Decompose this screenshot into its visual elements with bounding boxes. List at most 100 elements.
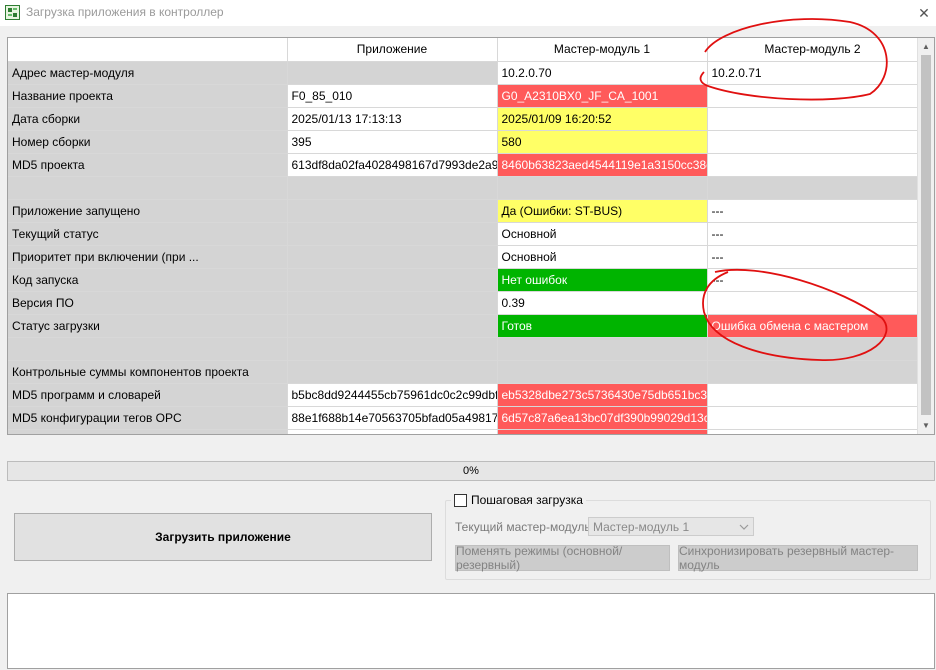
app-value[interactable] [287,222,498,246]
master-1-value[interactable]: G0_A2310BX0_JF_CA_1001 [497,84,708,108]
row-label[interactable]: Контрольные суммы компонентов проекта [8,360,288,384]
vertical-scrollbar[interactable]: ▲ ▼ [917,38,934,434]
app-value[interactable] [287,360,498,384]
master-1-value[interactable]: 10.2.0.70 [497,61,708,85]
app-value[interactable]: 2025/01/13 17:13:13 [287,107,498,131]
master-2-value[interactable] [707,360,919,384]
master-1-value[interactable]: 8460b63823aed4544119e1a3150cc38e [497,153,708,177]
master-2-value[interactable] [707,383,919,407]
table-row[interactable]: Название проекта F0_85_010 G0_A2310BX0_JF_… [8,84,919,108]
master-2-value[interactable] [707,84,919,108]
table-row[interactable]: Текущий статус Основной --- [8,222,919,246]
comparison-grid[interactable]: Приложение Мастер-модуль 1 Мастер-модуль… [7,37,935,435]
row-label[interactable]: MD5 конфигурации тегов OPC [8,406,288,430]
app-value[interactable]: F0_85_010 [287,84,498,108]
master-2-value[interactable]: --- [707,199,919,223]
master-1-value[interactable]: Нет ошибок [497,268,708,292]
table-row[interactable]: Приложение запущено Да (Ошибки: ST-BUS) --… [8,199,919,223]
master-1-value[interactable]: Основной [497,245,708,269]
table-row[interactable]: Приоритет при включении (при ... Основной… [8,245,919,269]
separator-cell [287,337,498,361]
progress-bar: 0% [7,461,935,481]
master-2-value[interactable]: 10.2.0.71 [707,61,919,85]
separator-cell [8,337,288,361]
master-1-value[interactable] [497,360,708,384]
app-value[interactable] [287,291,498,315]
row-label[interactable]: Версия ПО [8,291,288,315]
table-row[interactable]: Номер сборки 395 580 [8,130,919,154]
master-1-value[interactable]: 2025/01/09 16:20:52 [497,107,708,131]
app-value[interactable]: 395 [287,130,498,154]
master-2-value[interactable]: --- [707,222,919,246]
sync-backup-master-button[interactable]: Синхронизировать резервный мастер-модуль [678,544,918,572]
master-2-value[interactable]: Ошибка обмена с мастером [707,314,919,338]
table-row[interactable]: Адрес мастер-модуля 10.2.0.70 10.2.0.71 [8,61,919,85]
app-value[interactable] [287,199,498,223]
app-value[interactable]: 88e1f688b14e70563705bfad05a49817 [287,406,498,430]
master-2-value[interactable] [707,291,919,315]
table-row[interactable]: Статус загрузки Готов Ошибка обмена с маст… [8,314,919,338]
master-1-value[interactable] [497,429,708,434]
row-label[interactable]: MD5 программ и словарей [8,383,288,407]
master-2-value[interactable] [707,153,919,177]
app-value[interactable] [287,429,498,434]
table-row[interactable]: Версия ПО 0.39 [8,291,919,315]
master-2-value[interactable] [707,107,919,131]
row-label[interactable]: Приложение запущено [8,199,288,223]
master-2-value[interactable] [707,130,919,154]
table-row[interactable]: MD5 проекта 613df8da02fa4028498167d7993de… [8,153,919,177]
step-upload-label[interactable]: Пошаговая загрузка [471,493,583,507]
table-row[interactable]: MD5 программ и словарей b5bc8dd9244455cb7… [8,383,919,407]
app-value[interactable] [287,61,498,85]
current-master-select[interactable]: Мастер-модуль 1 [588,517,754,536]
table-row[interactable]: MD5 конфигурации тегов OPC 88e1f688b14e70… [8,406,919,430]
master-1-value[interactable]: 0.39 [497,291,708,315]
table-row[interactable]: Код запуска Нет ошибок --- [8,268,919,292]
master-2-value[interactable] [707,429,919,434]
current-master-label: Текущий мастер-модуль: [455,520,594,534]
master-1-value[interactable]: Да (Ошибки: ST-BUS) [497,199,708,223]
master-2-value[interactable]: --- [707,245,919,269]
master-1-value[interactable]: Готов [497,314,708,338]
close-button[interactable]: ✕ [912,0,936,26]
table-row[interactable] [8,429,919,434]
row-label[interactable]: Номер сборки [8,130,288,154]
row-label[interactable]: Название проекта [8,84,288,108]
row-label[interactable]: Текущий статус [8,222,288,246]
master-1-value[interactable]: 6d57c87a6ea13bc07df390b99029d13c [497,406,708,430]
app-value[interactable] [287,245,498,269]
app-value[interactable] [287,268,498,292]
table-row[interactable]: Дата сборки 2025/01/13 17:13:13 2025/01/09… [8,107,919,131]
step-upload-checkbox[interactable] [454,493,467,507]
app-value[interactable]: 613df8da02fa4028498167d7993de2a9 [287,153,498,177]
master-1-value[interactable]: Основной [497,222,708,246]
master-2-value[interactable] [707,406,919,430]
row-label[interactable]: Приоритет при включении (при ... [8,245,288,269]
upload-application-button[interactable]: Загрузить приложение [14,513,432,561]
master-1-value[interactable]: 580 [497,130,708,154]
app-icon [5,5,20,20]
scroll-down-icon[interactable]: ▼ [918,417,934,434]
row-label[interactable]: Статус загрузки [8,314,288,338]
chevron-down-icon [739,524,749,530]
scroll-thumb[interactable] [921,55,931,415]
master-1-value[interactable]: eb5328dbe273c5736430e75db651bc31 [497,383,708,407]
row-label[interactable]: MD5 проекта [8,153,288,177]
swap-modes-button[interactable]: Поменять режимы (основной/резервный) [455,544,670,572]
header-application[interactable]: Приложение [287,38,498,62]
log-output[interactable] [7,593,935,669]
app-value[interactable]: b5bc8dd9244455cb75961dc0c2c99dbf [287,383,498,407]
step-upload-checkbox-row[interactable]: Пошаговая загрузка [451,493,586,507]
master-2-value[interactable]: --- [707,268,919,292]
header-master-2[interactable]: Мастер-модуль 2 [707,38,919,62]
header-master-1[interactable]: Мастер-модуль 1 [497,38,708,62]
table-row[interactable]: Контрольные суммы компонентов проекта [8,360,919,384]
row-label[interactable]: Код запуска [8,268,288,292]
app-value[interactable] [287,314,498,338]
header-row: Приложение Мастер-модуль 1 Мастер-модуль… [8,38,919,62]
row-label[interactable]: Дата сборки [8,107,288,131]
close-icon: ✕ [918,4,930,21]
row-label[interactable] [8,429,288,434]
row-label[interactable]: Адрес мастер-модуля [8,61,288,85]
scroll-up-icon[interactable]: ▲ [918,38,934,55]
